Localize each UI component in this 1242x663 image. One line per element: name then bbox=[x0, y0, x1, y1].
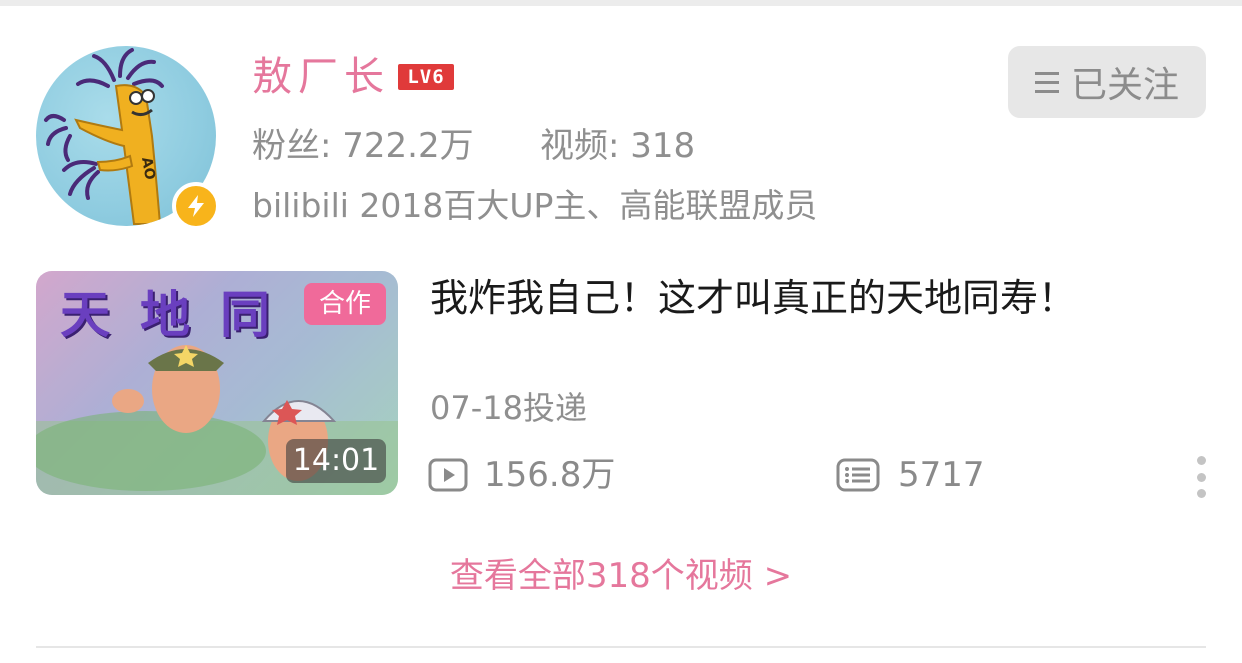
play-icon bbox=[428, 458, 468, 492]
video-date: 07-18投递 bbox=[430, 389, 587, 427]
comment-icon bbox=[836, 458, 880, 492]
video-title[interactable]: 我炸我自己！这才叫真正的天地同寿！ bbox=[430, 274, 1076, 322]
up-card: AO 敖厂长 LV6 已关注 粉丝: 722.2万 视频: 318 bilibi… bbox=[0, 0, 1242, 663]
top-divider bbox=[0, 0, 1242, 6]
comment-count: 5717 bbox=[836, 455, 985, 495]
thumbnail-title: 天地同 bbox=[60, 286, 300, 344]
bottom-divider bbox=[36, 646, 1206, 648]
fans-count: 粉丝: 722.2万 bbox=[252, 126, 474, 166]
video-count: 视频: 318 bbox=[540, 126, 696, 166]
play-count-value: 156.8万 bbox=[484, 455, 616, 495]
follow-button-label: 已关注 bbox=[1070, 65, 1179, 106]
video-thumbnail[interactable]: 天地同 合作 14:01 bbox=[36, 271, 398, 495]
comment-count-value: 5717 bbox=[898, 455, 985, 495]
level-badge: LV6 bbox=[398, 64, 454, 90]
view-all-videos-link[interactable]: 查看全部318个视频 > bbox=[0, 554, 1242, 598]
more-options-icon[interactable] bbox=[1195, 456, 1207, 498]
play-count: 156.8万 bbox=[428, 455, 615, 495]
follow-button[interactable]: 已关注 bbox=[1008, 46, 1206, 118]
lightning-icon bbox=[172, 182, 220, 230]
collab-badge: 合作 bbox=[304, 283, 386, 325]
user-description: bilibili 2018百大UP主、高能联盟成员 bbox=[252, 186, 818, 225]
video-duration: 14:01 bbox=[286, 439, 386, 483]
menu-icon bbox=[1034, 71, 1059, 93]
username[interactable]: 敖厂长 bbox=[252, 52, 390, 102]
